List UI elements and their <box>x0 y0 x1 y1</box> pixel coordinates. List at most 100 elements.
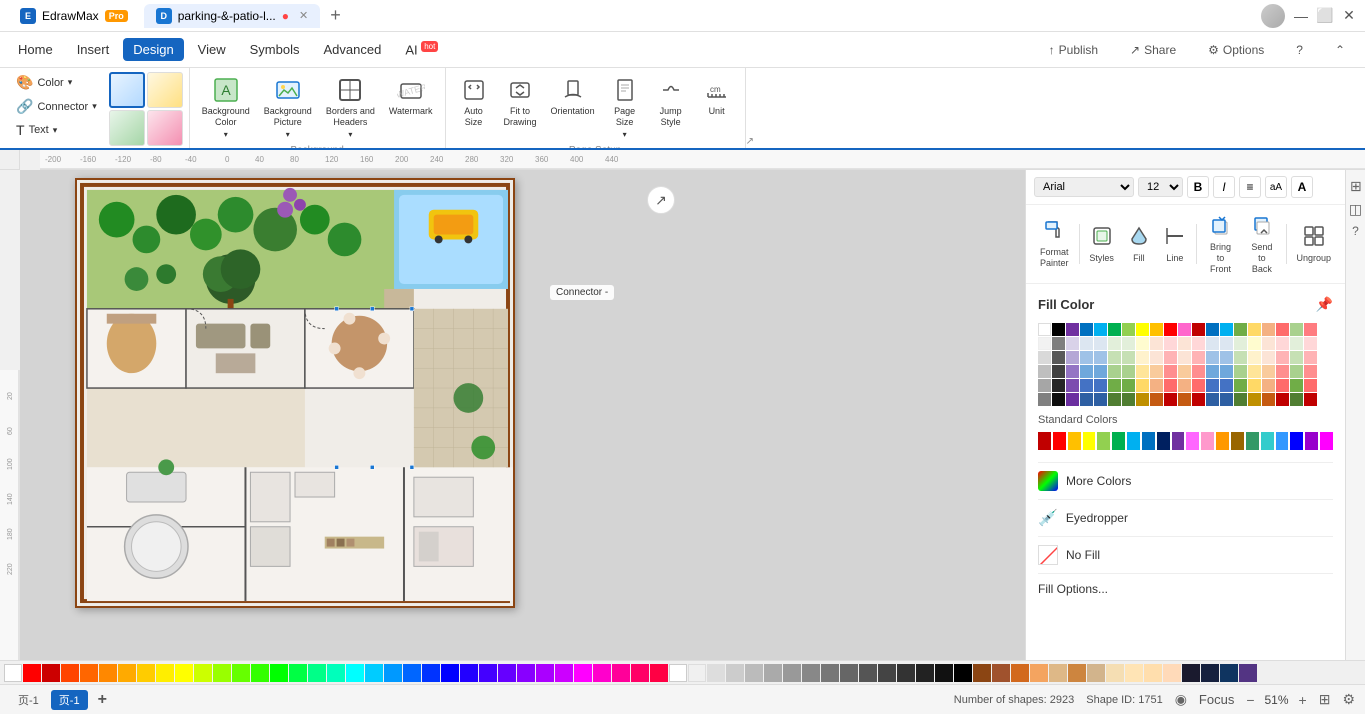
cr2-3[interactable] <box>1066 337 1079 350</box>
font-family-select[interactable]: Arial <box>1034 177 1134 197</box>
cr3-1[interactable] <box>1038 351 1051 364</box>
pal-31[interactable] <box>593 664 611 682</box>
std-color-blue[interactable] <box>1142 432 1155 450</box>
pal-17[interactable] <box>327 664 345 682</box>
cr5-8[interactable] <box>1136 379 1149 392</box>
std-color-darkred[interactable] <box>1038 432 1051 450</box>
cr6-6[interactable] <box>1108 393 1121 406</box>
cr4-2[interactable] <box>1052 365 1065 378</box>
pal-63[interactable] <box>1201 664 1219 682</box>
eyedropper-btn[interactable]: 💉 Eyedropper <box>1038 504 1333 532</box>
pal-16[interactable] <box>308 664 326 682</box>
pal-10[interactable] <box>194 664 212 682</box>
beautify-swatch-4[interactable] <box>147 110 183 146</box>
cr3-4[interactable] <box>1080 351 1093 364</box>
pal-37[interactable] <box>707 664 725 682</box>
color-darkred[interactable] <box>1192 323 1205 336</box>
cr2-17[interactable] <box>1262 337 1275 350</box>
std-color-violet[interactable] <box>1186 432 1199 450</box>
pal-23[interactable] <box>441 664 459 682</box>
pal-38[interactable] <box>726 664 744 682</box>
auto-size-btn[interactable]: AutoSize <box>452 72 496 132</box>
cr5-18[interactable] <box>1276 379 1289 392</box>
cr2-9[interactable] <box>1150 337 1163 350</box>
cr4-7[interactable] <box>1122 365 1135 378</box>
cr6-14[interactable] <box>1220 393 1233 406</box>
menu-view[interactable]: View <box>188 38 236 61</box>
bring-front-btn[interactable]: Bring toFront <box>1201 211 1240 277</box>
pal-54[interactable] <box>1030 664 1048 682</box>
pal-21[interactable] <box>403 664 421 682</box>
cr3-14[interactable] <box>1220 351 1233 364</box>
std-color-red[interactable] <box>1053 432 1066 450</box>
std-color-brown[interactable] <box>1231 432 1244 450</box>
beautify-swatch-3[interactable] <box>109 110 145 146</box>
cr4-12[interactable] <box>1192 365 1205 378</box>
color-white[interactable] <box>1038 323 1051 336</box>
pal-57[interactable] <box>1087 664 1105 682</box>
user-avatar[interactable] <box>1261 4 1285 28</box>
cr2-11[interactable] <box>1178 337 1191 350</box>
pal-46[interactable] <box>878 664 896 682</box>
cr4-20[interactable] <box>1304 365 1317 378</box>
fit-page-btn[interactable]: ⊞ <box>1319 691 1331 708</box>
cr6-3[interactable] <box>1066 393 1079 406</box>
color-yellow[interactable] <box>1136 323 1149 336</box>
cr2-5[interactable] <box>1094 337 1107 350</box>
color-sky[interactable] <box>1220 323 1233 336</box>
pal-43[interactable] <box>821 664 839 682</box>
jump-style-btn[interactable]: JumpStyle <box>649 72 693 132</box>
zoom-in-btn[interactable]: + <box>1299 692 1307 708</box>
pal-1[interactable] <box>23 664 41 682</box>
pal-9[interactable] <box>175 664 193 682</box>
expand-canvas-btn[interactable]: ↗ <box>647 186 675 214</box>
pal-56[interactable] <box>1068 664 1086 682</box>
pal-12[interactable] <box>232 664 250 682</box>
pal-6[interactable] <box>118 664 136 682</box>
fill-options-btn[interactable]: Fill Options... <box>1038 578 1333 600</box>
std-color-magenta[interactable] <box>1320 432 1333 450</box>
cr3-13[interactable] <box>1206 351 1219 364</box>
pal-8[interactable] <box>156 664 174 682</box>
pal-7[interactable] <box>137 664 155 682</box>
cr6-18[interactable] <box>1276 393 1289 406</box>
cr3-5[interactable] <box>1094 351 1107 364</box>
cr3-12[interactable] <box>1192 351 1205 364</box>
pal-30[interactable] <box>574 664 592 682</box>
color-lightgreen[interactable] <box>1122 323 1135 336</box>
page-setup-expand[interactable]: ↗ <box>746 136 758 148</box>
pal-60[interactable] <box>1144 664 1162 682</box>
ungroup-btn[interactable]: Ungroup <box>1290 222 1337 266</box>
options-btn[interactable]: ⚙ Options <box>1196 39 1276 61</box>
send-back-btn[interactable]: Send toBack <box>1242 211 1281 277</box>
cr4-14[interactable] <box>1220 365 1233 378</box>
color-black[interactable] <box>1052 323 1065 336</box>
cr3-6[interactable] <box>1108 351 1121 364</box>
fit-drawing-btn[interactable]: Fit toDrawing <box>498 72 543 132</box>
pal-2[interactable] <box>42 664 60 682</box>
pal-35[interactable] <box>669 664 687 682</box>
pal-14[interactable] <box>270 664 288 682</box>
pal-47[interactable] <box>897 664 915 682</box>
pal-65[interactable] <box>1239 664 1257 682</box>
cr6-5[interactable] <box>1094 393 1107 406</box>
std-color-amber[interactable] <box>1216 432 1229 450</box>
cr3-18[interactable] <box>1276 351 1289 364</box>
pal-49[interactable] <box>935 664 953 682</box>
std-color-orange[interactable] <box>1068 432 1081 450</box>
pal-5[interactable] <box>99 664 117 682</box>
case-btn[interactable]: aA <box>1265 176 1287 198</box>
pal-28[interactable] <box>536 664 554 682</box>
std-color-aqua[interactable] <box>1261 432 1274 450</box>
color-red[interactable] <box>1164 323 1177 336</box>
pal-39[interactable] <box>745 664 763 682</box>
font-size-select[interactable]: 12 <box>1138 177 1183 197</box>
std-color-lime[interactable] <box>1097 432 1110 450</box>
cr2-18[interactable] <box>1276 337 1289 350</box>
close-tab-btn[interactable]: ✕ <box>299 9 308 22</box>
minimize-btn[interactable]: — <box>1293 8 1309 24</box>
color-sage[interactable] <box>1290 323 1303 336</box>
beautify-swatch-2[interactable] <box>147 72 183 108</box>
app-tab-file[interactable]: D parking-&-patio-l... ● ✕ <box>144 4 321 28</box>
settings-icon[interactable]: ⚙ <box>1342 691 1355 708</box>
